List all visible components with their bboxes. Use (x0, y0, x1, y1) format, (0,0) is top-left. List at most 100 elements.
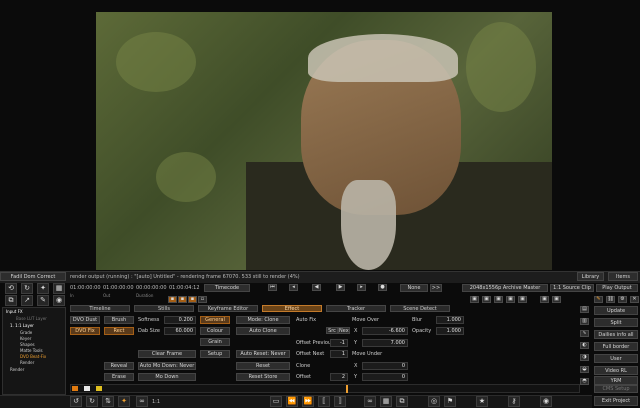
step-forward-icon[interactable]: ▸ (357, 284, 366, 291)
tab-scene-detect[interactable]: Scene Detect (390, 305, 450, 312)
offset-previous-field[interactable]: -1 (330, 339, 348, 347)
loop-icon[interactable]: ⟲ (5, 283, 17, 294)
close-icon[interactable]: ✕ (630, 296, 639, 303)
record-button-icon[interactable]: ● (378, 284, 387, 291)
timeline-track[interactable] (70, 384, 580, 393)
dvo-fix-button[interactable]: DVO Fix (70, 327, 100, 335)
timeline-marker[interactable] (72, 386, 78, 391)
tab-stills[interactable]: Stills (134, 305, 194, 312)
compare-icon[interactable]: ⧉ (396, 396, 408, 407)
dailies-button[interactable]: Dailies info all (594, 330, 638, 339)
tab-timeline[interactable]: Timeline (70, 305, 130, 312)
settings-icon[interactable]: ⚙ (618, 296, 627, 303)
rewind-start-icon[interactable]: ⏮ (268, 284, 277, 291)
view-f-icon[interactable]: ▣ (540, 296, 549, 303)
view-c-icon[interactable]: ▣ (494, 296, 503, 303)
timeline-marker[interactable] (96, 386, 102, 391)
timeline-marker[interactable] (84, 386, 90, 391)
source-clip-dropdown[interactable]: 1:1 Source Clip (550, 284, 594, 292)
play-icon[interactable]: ▶ (336, 284, 345, 291)
playhead[interactable] (346, 385, 348, 393)
mark-in-icon[interactable]: ⟦ (318, 396, 330, 407)
offset-next-field[interactable]: 1 (330, 350, 348, 358)
eye-icon[interactable]: ◉ (540, 396, 552, 407)
auto-clone-button[interactable]: Auto Clone (236, 327, 290, 335)
tree-item-keyer[interactable]: Keyer (20, 336, 31, 341)
undo-icon[interactable]: ↺ (70, 396, 82, 407)
opacity-field[interactable]: 1.000 (436, 327, 464, 335)
vector-icon[interactable]: ◐ (580, 342, 589, 349)
library-button[interactable]: Library (577, 272, 604, 281)
redo-icon[interactable]: ↻ (86, 396, 98, 407)
tree-item-base-lut[interactable]: Base LUT Layer (16, 316, 47, 321)
tree-item-matte-tools[interactable]: Matte Tools (20, 348, 43, 353)
tree-item-render[interactable]: Render (20, 360, 34, 365)
swap-icon[interactable]: ⇅ (102, 396, 114, 407)
copy-icon[interactable]: ⧉ (5, 295, 17, 306)
setup-button[interactable]: Setup (200, 350, 230, 358)
mode-clone-dropdown[interactable]: Mode: Clone (236, 316, 290, 324)
move-under-x-field[interactable]: 0 (362, 362, 408, 370)
pin-icon[interactable]: ✦ (37, 283, 49, 294)
dab-size-field[interactable]: 60.000 (164, 327, 196, 335)
tools-icon[interactable]: ◓ (580, 378, 589, 385)
refresh-icon[interactable]: ↻ (21, 283, 33, 294)
mo-down-button[interactable]: Mo Down (138, 373, 196, 381)
user-button[interactable]: User (594, 354, 638, 363)
timecode-button[interactable]: Timecode (204, 284, 250, 292)
tab-keyframe-editor[interactable]: Keyframe Editor (198, 305, 258, 312)
link-chain-icon[interactable]: ∞ (136, 396, 148, 407)
pen-icon[interactable]: ✎ (37, 295, 49, 306)
general-button[interactable]: General (200, 316, 230, 324)
highlight-icon[interactable]: ✦ (118, 396, 130, 407)
grid-icon[interactable]: ▦ (53, 283, 65, 294)
tree-item-input-fx[interactable]: Input FX (6, 309, 23, 314)
full-border-button[interactable]: Full border (594, 342, 638, 351)
view-e-icon[interactable]: ▣ (518, 296, 527, 303)
tree-item-grade[interactable]: Grade (20, 330, 32, 335)
hist-icon[interactable]: ▥ (580, 318, 589, 325)
tool-c-icon[interactable]: ▪ (188, 296, 197, 303)
move-over-y-field[interactable]: 7.000 (362, 339, 408, 347)
brush-button[interactable]: Brush (104, 316, 134, 324)
move-under-y-field[interactable]: 0 (362, 373, 408, 381)
tab-effect[interactable]: Effect (262, 305, 322, 312)
star-icon[interactable]: ★ (476, 396, 488, 407)
clear-frame-button[interactable]: Clear Frame (138, 350, 196, 358)
scope-icon[interactable]: ◑ (580, 354, 589, 361)
dvo-dust-button[interactable]: DVO Dust (70, 316, 100, 324)
play-output-button[interactable]: Play Output (596, 284, 638, 292)
frame-icon[interactable]: ▭ (270, 396, 282, 407)
grid-view-icon[interactable]: ▦ (380, 396, 392, 407)
panel-title[interactable]: Fadil Dom Correct (0, 272, 66, 281)
grain-button[interactable]: Grain (200, 338, 230, 346)
tree-item-dvo-beat-fix[interactable]: DVO Beat-Fix (20, 354, 46, 359)
view-a-icon[interactable]: ▣ (470, 296, 479, 303)
graph-icon[interactable]: ◒ (580, 366, 589, 373)
mask-icon[interactable]: ◎ (428, 396, 440, 407)
flag-icon[interactable]: ⚑ (444, 396, 456, 407)
step-back-icon[interactable]: ◂ (289, 284, 298, 291)
record-icon[interactable]: ◉ (53, 295, 65, 306)
exit-project-button[interactable]: Exit Project (594, 396, 638, 406)
auto-mo-down-button[interactable]: Auto Mo Down: Never (138, 362, 196, 370)
tool-a-icon[interactable]: ▪ (168, 296, 177, 303)
tab-tracker[interactable]: Tracker (326, 305, 386, 312)
arrow-icon[interactable]: ↗ (21, 295, 33, 306)
prev-icon[interactable]: ⏪ (286, 396, 298, 407)
link-icon[interactable]: ⛓ (606, 296, 615, 303)
tool-d-icon[interactable]: ▫ (198, 296, 207, 303)
lock-icon[interactable]: ⚷ (508, 396, 520, 407)
softness-field[interactable]: 0.200 (164, 316, 196, 324)
play-reverse-icon[interactable]: ◀ (312, 284, 321, 291)
cms-setup-button[interactable]: CMS Setup (594, 385, 638, 393)
loop-mode-icon[interactable]: ∞ (364, 396, 376, 407)
reveal-button[interactable]: Reveal (104, 362, 134, 370)
auto-reset-button[interactable]: Auto Reset: Never (236, 350, 290, 358)
view-b-icon[interactable]: ▣ (482, 296, 491, 303)
update-button[interactable]: Update (594, 306, 638, 315)
tree-item-layer[interactable]: 1. 1:1 Layer (10, 323, 34, 328)
tree-item-shapes[interactable]: Shapes (20, 342, 35, 347)
view-g-icon[interactable]: ▣ (552, 296, 561, 303)
erase-button[interactable]: Erase (104, 373, 134, 381)
